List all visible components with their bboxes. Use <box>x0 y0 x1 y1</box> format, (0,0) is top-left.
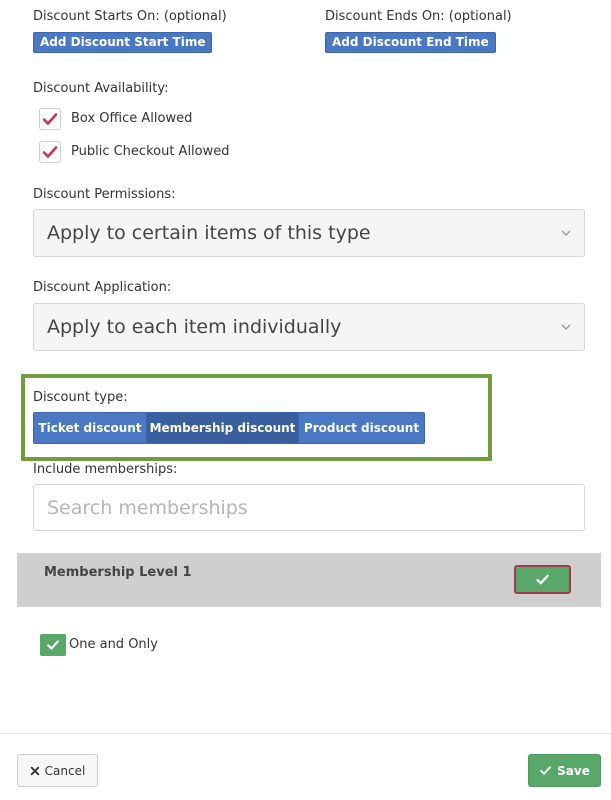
save-button[interactable]: Save <box>528 754 601 787</box>
cancel-label: Cancel <box>44 763 86 778</box>
application-select[interactable]: Apply to each item individually <box>33 303 585 351</box>
close-icon <box>30 766 39 775</box>
box-office-label: Box Office Allowed <box>71 111 193 126</box>
check-icon <box>42 146 58 158</box>
include-memberships-label: Include memberships: <box>33 462 178 477</box>
cancel-button[interactable]: Cancel <box>17 754 98 787</box>
add-discount-end-button[interactable]: Add Discount End Time <box>325 32 496 53</box>
membership-discount-button[interactable]: Membership discount <box>147 413 299 443</box>
save-label: Save <box>557 763 590 778</box>
search-memberships-input[interactable] <box>33 484 585 531</box>
box-office-checkbox[interactable] <box>39 108 61 130</box>
discount-type-toggle: Ticket discount Membership discount Prod… <box>33 412 425 444</box>
select-membership-button[interactable] <box>514 565 571 594</box>
one-and-only-label: One and Only <box>69 637 158 652</box>
public-checkout-label: Public Checkout Allowed <box>71 144 230 159</box>
ticket-discount-button[interactable]: Ticket discount <box>34 413 147 443</box>
discount-start-label: Discount Starts On: (optional) <box>33 9 227 24</box>
discount-type-label: Discount type: <box>33 390 128 405</box>
add-discount-start-button[interactable]: Add Discount Start Time <box>33 32 213 53</box>
permissions-label: Discount Permissions: <box>33 187 176 202</box>
check-icon <box>536 574 549 585</box>
application-selected-value: Apply to each item individually <box>47 316 342 338</box>
product-discount-button[interactable]: Product discount <box>299 413 424 443</box>
one-and-only-checkbox[interactable] <box>40 634 66 656</box>
discount-end-label: Discount Ends On: (optional) <box>325 9 512 24</box>
check-icon <box>540 766 552 775</box>
check-icon <box>42 113 58 125</box>
footer-divider <box>0 733 611 734</box>
permissions-selected-value: Apply to certain items of this type <box>47 222 371 244</box>
application-label: Discount Application: <box>33 280 172 295</box>
membership-name: Membership Level 1 <box>44 565 192 580</box>
chevron-down-icon <box>561 230 571 236</box>
membership-row: Membership Level 1 <box>17 553 601 607</box>
permissions-select[interactable]: Apply to certain items of this type <box>33 209 585 257</box>
check-icon <box>47 640 59 650</box>
public-checkout-checkbox[interactable] <box>39 141 61 163</box>
chevron-down-icon <box>561 324 571 330</box>
availability-label: Discount Availability: <box>33 81 169 96</box>
